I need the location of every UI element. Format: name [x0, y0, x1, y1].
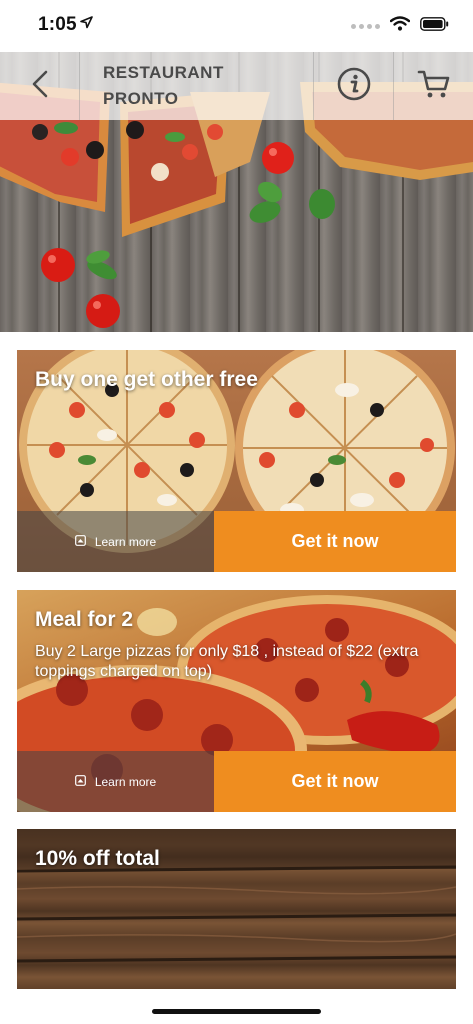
offer-actions: Learn more Get it now [17, 751, 456, 812]
signal-icon [351, 23, 380, 29]
back-button[interactable] [0, 52, 80, 120]
offer-title: Meal for 2 [35, 608, 134, 631]
offer-actions: Learn more Get it now [17, 511, 456, 572]
app-screen: 1:05 RESTAURANT PRONTO Buy one get other… [0, 0, 473, 1024]
offer-card[interactable]: Meal for 2 Buy 2 Large pizzas for only $… [17, 590, 456, 812]
location-arrow-icon [80, 16, 93, 34]
learn-more-button[interactable]: Learn more [17, 751, 214, 812]
get-it-now-button[interactable]: Get it now [214, 751, 456, 812]
home-indicator[interactable] [152, 1009, 321, 1014]
image-icon [74, 774, 86, 789]
offer-title: Buy one get other free [35, 368, 258, 391]
offer-description: Buy 2 Large pizzas for only $18 , instea… [35, 643, 419, 680]
status-icons [351, 16, 449, 36]
title-line-2: PRONTO [103, 89, 179, 108]
nav-bar: RESTAURANT PRONTO [0, 52, 473, 120]
battery-icon [420, 16, 449, 36]
back-chevron-icon [31, 70, 49, 103]
learn-more-button[interactable]: Learn more [17, 511, 214, 572]
status-time: 1:05 [38, 14, 77, 35]
restaurant-title: RESTAURANT PRONTO [103, 60, 303, 112]
info-icon [337, 67, 371, 106]
image-icon [74, 534, 86, 549]
wifi-icon [389, 16, 411, 36]
learn-more-label: Learn more [94, 774, 157, 789]
info-button[interactable] [314, 52, 393, 120]
title-line-1: RESTAURANT [103, 63, 224, 82]
cart-icon [417, 69, 451, 104]
offer-title: 10% off total [35, 847, 160, 870]
status-bar: 1:05 [0, 0, 473, 52]
offer-card[interactable]: 10% off total [17, 829, 456, 989]
nav-divider [79, 52, 80, 120]
get-it-now-button[interactable]: Get it now [214, 511, 456, 572]
cart-button[interactable] [394, 52, 473, 120]
offer-card[interactable]: Buy one get other free Learn more Get it… [17, 350, 456, 572]
learn-more-label: Learn more [94, 534, 157, 549]
